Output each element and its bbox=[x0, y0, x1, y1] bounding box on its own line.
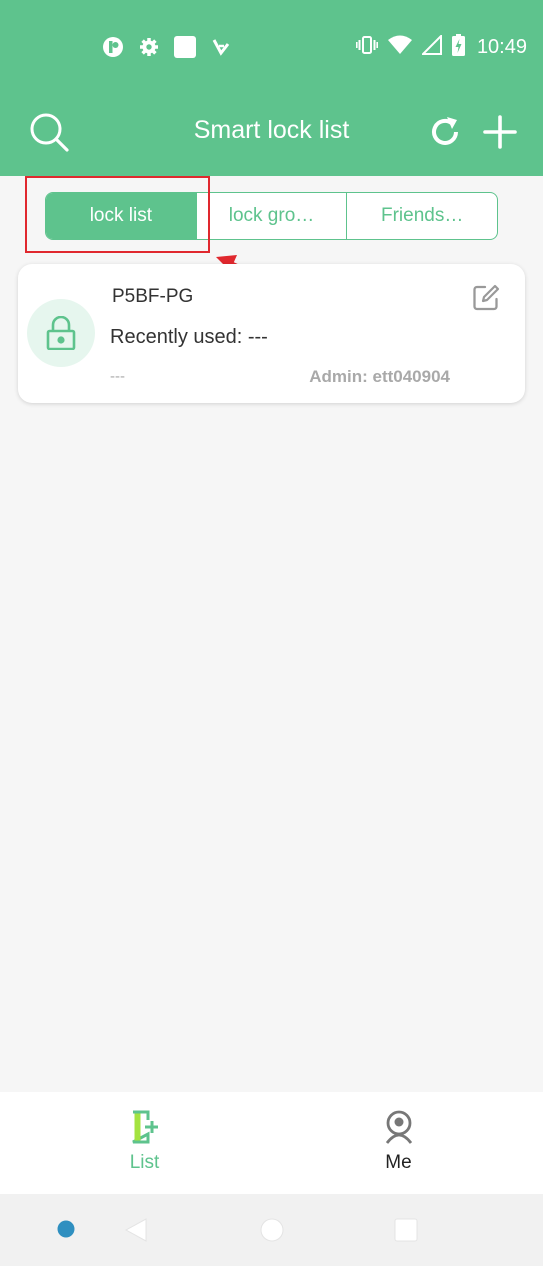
app-header: 10:49 Smart lock list bbox=[0, 0, 543, 176]
bottom-tab-bar: List Me bbox=[0, 1092, 543, 1194]
lock-name: P5BF-PG bbox=[112, 286, 194, 307]
segment-lock-group[interactable]: lock gro… bbox=[197, 193, 348, 239]
refresh-button[interactable] bbox=[423, 110, 467, 154]
status-bar: 10:49 bbox=[0, 0, 543, 95]
recently-used: Recently used: --- bbox=[110, 326, 268, 348]
person-icon bbox=[383, 1110, 415, 1149]
highlight-box bbox=[25, 176, 210, 253]
back-icon[interactable] bbox=[124, 1218, 148, 1247]
lock-avatar bbox=[27, 299, 95, 367]
plus-icon bbox=[483, 115, 517, 149]
edit-button[interactable] bbox=[472, 284, 500, 312]
list-door-icon bbox=[129, 1110, 161, 1149]
signal-icon bbox=[420, 33, 442, 60]
segment-friends[interactable]: Friends… bbox=[347, 193, 497, 239]
edit-icon bbox=[473, 284, 500, 311]
tab-me-label: Me bbox=[385, 1152, 412, 1173]
play-store-icon bbox=[211, 37, 231, 62]
battery-charging-icon bbox=[451, 34, 465, 61]
refresh-icon bbox=[432, 117, 458, 145]
app-notification-icon bbox=[102, 36, 124, 63]
admin-label: Admin: ett040904 bbox=[309, 367, 450, 386]
lock-subtext: --- bbox=[110, 368, 125, 385]
add-lock-button[interactable] bbox=[478, 110, 522, 154]
status-left-icons bbox=[102, 36, 231, 63]
system-nav-bar bbox=[0, 1194, 543, 1266]
home-icon[interactable] bbox=[260, 1218, 284, 1247]
square-icon bbox=[174, 36, 196, 63]
lock-icon bbox=[46, 316, 76, 350]
status-time: 10:49 bbox=[476, 36, 527, 58]
vibrate-icon bbox=[355, 35, 378, 60]
settings-icon bbox=[139, 37, 159, 62]
tab-list-label: List bbox=[129, 1152, 160, 1173]
tab-me[interactable]: Me bbox=[263, 1092, 534, 1194]
recents-icon[interactable] bbox=[394, 1218, 418, 1247]
assistant-dot-icon[interactable] bbox=[57, 1220, 75, 1243]
tab-list[interactable]: List bbox=[9, 1092, 280, 1194]
status-right-icons: 10:49 bbox=[355, 33, 527, 61]
wifi-icon bbox=[387, 35, 412, 60]
lock-card[interactable]: P5BF-PG Recently used: --- --- Admin: et… bbox=[18, 264, 525, 403]
